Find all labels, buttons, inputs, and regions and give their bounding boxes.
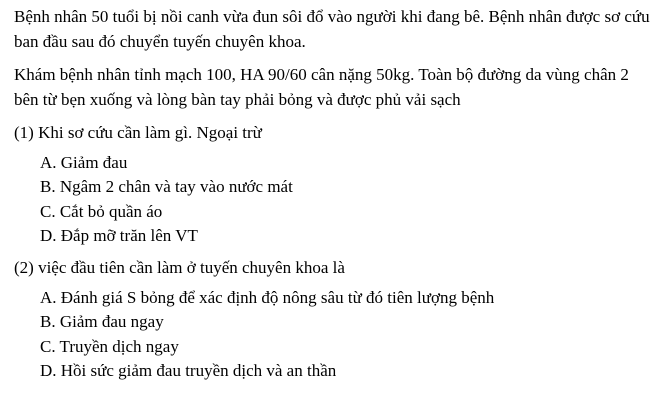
question-1: (1) Khi sơ cứu cần làm gì. Ngoại trừ A. … <box>14 121 654 248</box>
question-2: (2) việc đầu tiên cần làm ở tuyến chuyên… <box>14 256 654 383</box>
question-2-prompt: (2) việc đầu tiên cần làm ở tuyến chuyên… <box>14 258 345 278</box>
option-1d: D. Đắp mỡ trăn lên VT <box>40 225 198 245</box>
option-2b: B. Giảm đau ngay <box>40 312 164 332</box>
option-2a: A. Đánh giá S bỏng để xác định độ nông s… <box>40 288 495 308</box>
option-2c: C. Truyền dịch ngay <box>40 336 179 356</box>
option-1b: B. Ngâm 2 chân và tay vào nước mát <box>40 177 293 197</box>
case-paragraph-1: Bệnh nhân 50 tuổi bị nồi canh vừa đun sô… <box>14 7 650 51</box>
case-paragraph-2: Khám bệnh nhân tỉnh mạch 100, HA 90/60 c… <box>14 65 629 109</box>
question-2-options: A. Đánh giá S bỏng để xác định độ nông s… <box>14 286 654 383</box>
option-1a: A. Giảm đau <box>40 153 128 172</box>
question-1-options: A. Giảm đau B. Ngâm 2 chân và tay vào nư… <box>14 151 654 248</box>
option-2d: D. Hồi sức giảm đau truyền dịch và an th… <box>40 361 337 381</box>
question-1-prompt: (1) Khi sơ cứu cần làm gì. Ngoại trừ <box>14 123 262 142</box>
document-body: Bệnh nhân 50 tuổi bị nồi canh vừa đun sô… <box>14 4 654 391</box>
option-1c: C. Cắt bỏ quần áo <box>40 201 163 221</box>
